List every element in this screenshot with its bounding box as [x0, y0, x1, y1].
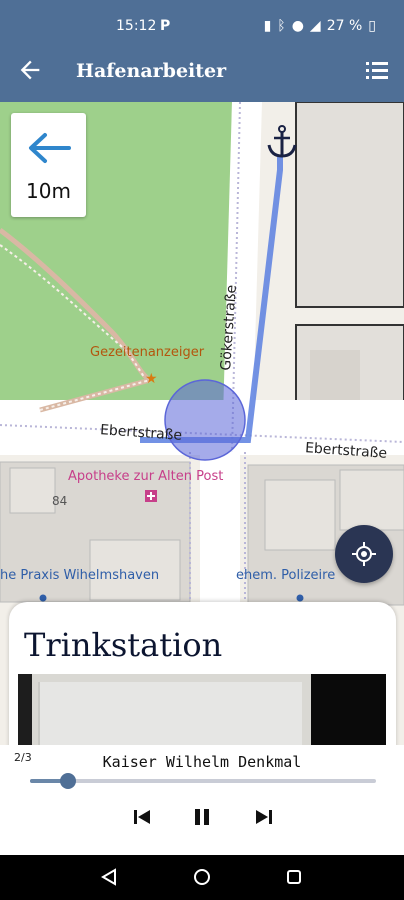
app-title: Hafenarbeiter	[76, 60, 227, 82]
battery-text: 27 %	[326, 18, 363, 34]
nav-home-icon[interactable]	[193, 868, 211, 886]
my-location-button[interactable]	[335, 525, 393, 583]
battery-icon: ▯	[368, 18, 376, 34]
clock: 15:12	[116, 18, 157, 34]
app-bar: Hafenarbeiter	[0, 42, 404, 102]
pause-icon[interactable]	[190, 805, 214, 829]
list-menu-icon[interactable]	[366, 60, 388, 82]
poi-police[interactable]: ehem. Polizeire	[236, 568, 335, 583]
bluetooth-icon: ᛒ	[277, 18, 286, 34]
poi-praxis[interactable]: he Praxis Wihelmshaven	[0, 568, 159, 583]
system-nav-bar	[0, 855, 404, 900]
poi-tide-gauge[interactable]: Gezeitenanzeiger	[90, 345, 204, 360]
svg-text:★: ★	[145, 371, 158, 387]
crosshair-icon	[352, 542, 376, 566]
skip-previous-icon[interactable]	[130, 805, 154, 829]
signal-icon: ◢	[309, 18, 321, 34]
back-arrow-icon[interactable]	[16, 56, 44, 84]
paypal-icon: P	[160, 18, 171, 34]
progress-knob[interactable]	[60, 773, 77, 789]
house-number: 84	[52, 494, 68, 508]
poi-pharmacy[interactable]: Apotheke zur Alten Post	[68, 469, 223, 484]
station-card[interactable]: Trinkstation	[9, 602, 396, 762]
direction-distance: 10m	[26, 179, 71, 203]
track-title: Kaiser Wilhelm Denkmal	[102, 753, 302, 771]
anchor-icon	[267, 125, 297, 158]
location-icon: ●	[291, 18, 304, 34]
status-bar: 15:12 P ▮ ᛒ ● ◢ 27 % ▯	[0, 0, 404, 42]
arrow-left-icon	[29, 133, 71, 163]
nav-back-icon[interactable]	[100, 868, 118, 886]
skip-next-icon[interactable]	[252, 805, 276, 829]
progress-slider[interactable]	[30, 773, 376, 789]
vibrate-icon: ▮	[263, 18, 272, 34]
direction-card: 10m	[11, 113, 86, 217]
audio-player: 2/3 Kaiser Wilhelm Denkmal	[0, 745, 404, 855]
station-title: Trinkstation	[24, 626, 223, 664]
nav-recents-icon[interactable]	[285, 868, 303, 886]
